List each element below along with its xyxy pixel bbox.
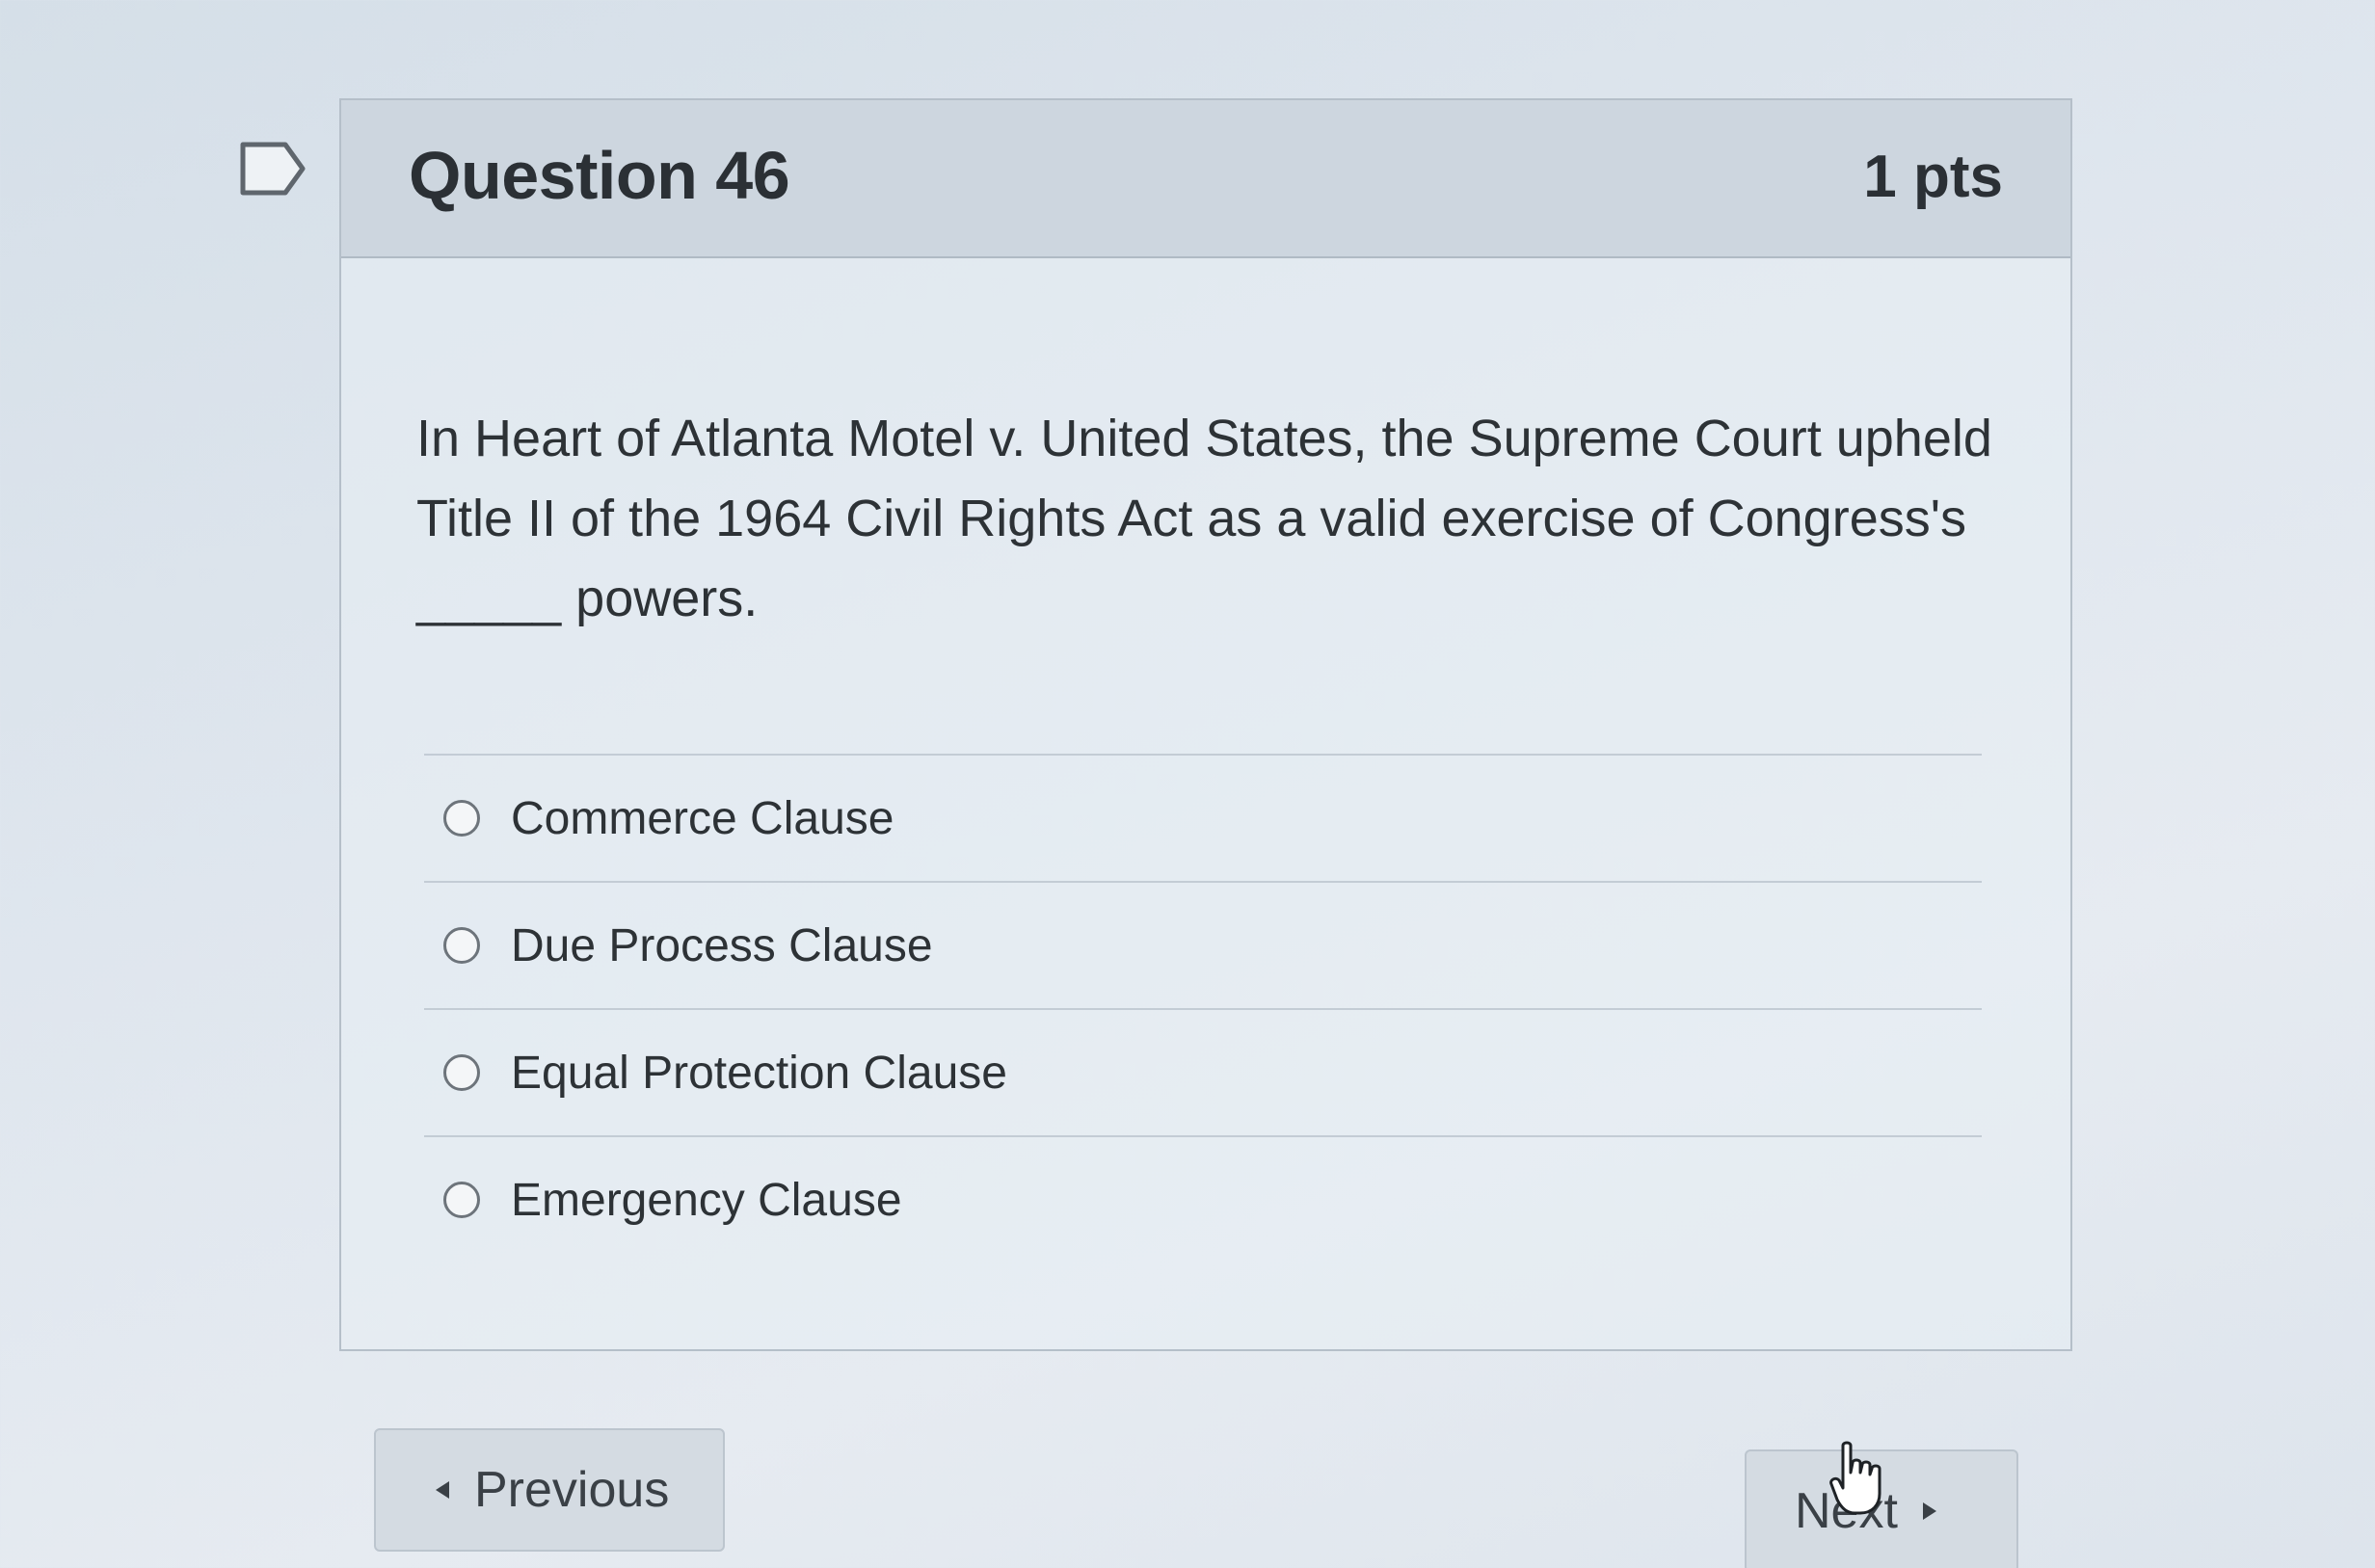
caret-right-icon (1922, 1502, 1936, 1520)
answer-option[interactable]: Emergency Clause (424, 1135, 1982, 1262)
answer-label[interactable]: Emergency Clause (511, 1174, 902, 1227)
question-header: Question 46 1 pts (341, 100, 2070, 258)
answer-option[interactable]: Commerce Clause (424, 754, 1982, 881)
previous-label: Previous (474, 1462, 670, 1518)
question-card: Question 46 1 pts In Heart of Atlanta Mo… (339, 98, 2072, 1351)
question-text: In Heart of Atlanta Motel v. United Stat… (416, 410, 1992, 627)
question-title: Question 46 (409, 138, 790, 213)
caret-left-icon (436, 1481, 449, 1499)
answer-label[interactable]: Commerce Clause (511, 792, 894, 845)
hand-pointer-icon (1829, 1441, 1881, 1515)
radio-button[interactable] (443, 800, 480, 837)
answer-option[interactable]: Due Process Clause (424, 881, 1982, 1008)
answer-option[interactable]: Equal Protection Clause (424, 1008, 1982, 1135)
radio-button[interactable] (443, 1054, 480, 1091)
question-points: 1 pts (1863, 144, 2003, 210)
previous-button[interactable]: Previous (374, 1428, 725, 1552)
answer-label[interactable]: Equal Protection Clause (511, 1047, 1007, 1100)
answer-list: Commerce Clause Due Process Clause Equal… (424, 754, 1982, 1262)
radio-button[interactable] (443, 1182, 480, 1218)
radio-button[interactable] (443, 927, 480, 964)
answer-label[interactable]: Due Process Clause (511, 919, 933, 972)
flag-question-icon[interactable] (239, 141, 308, 197)
